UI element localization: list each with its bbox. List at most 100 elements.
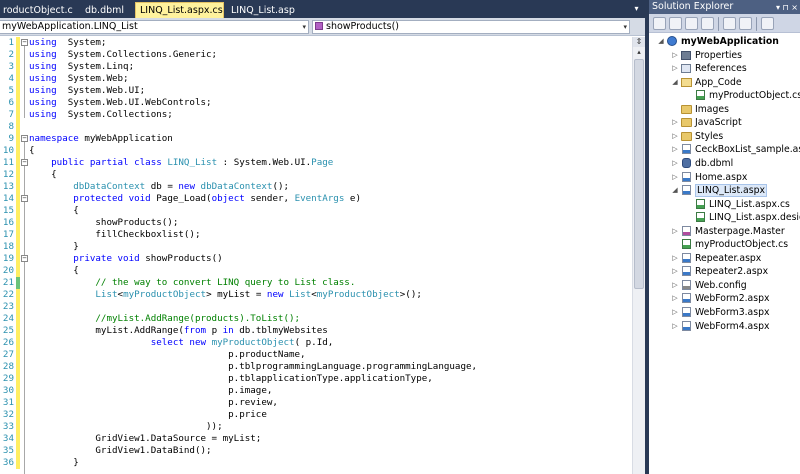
line-number: 12 — [2, 169, 14, 180]
code-line[interactable]: 21 // the way to convert LINQ query to L… — [0, 277, 632, 289]
code-line[interactable]: 3 using System.Linq; — [0, 61, 632, 73]
code-editor[interactable]: myWebApplication.LINQ_List ▾ showProduct… — [0, 18, 645, 474]
show-all-files-icon[interactable] — [669, 17, 682, 30]
panel-window-buttons-icon[interactable]: ▾ ⊓ × — [776, 1, 798, 15]
collapsed-arrow-icon[interactable]: ▷ — [671, 49, 679, 62]
tab-db-dbml[interactable]: db.dbml — [80, 2, 132, 18]
code-line[interactable]: 31 p.review, — [0, 397, 632, 409]
code-line[interactable]: 30 p.image, — [0, 385, 632, 397]
type-dropdown[interactable]: myWebApplication.LINQ_List ▾ — [0, 20, 309, 34]
collapsed-arrow-icon[interactable]: ▷ — [671, 157, 679, 170]
code-line[interactable]: 34 GridView1.DataSource = myList; — [0, 433, 632, 445]
code-line[interactable]: 32 p.price — [0, 409, 632, 421]
code-line[interactable]: 6 using System.Web.UI.WebControls; — [0, 97, 632, 109]
solution-explorer-title-text: Solution Explorer — [652, 1, 734, 12]
aspx-file-icon — [682, 307, 691, 317]
line-number: 20 — [2, 265, 14, 276]
project-icon — [667, 36, 677, 46]
tab-productobject-cs[interactable]: roductObject.cs — [0, 2, 74, 18]
refresh-icon[interactable] — [685, 17, 698, 30]
code-line[interactable]: 11− public partial class LINQ_List : Sys… — [0, 157, 632, 169]
collapsed-arrow-icon[interactable]: ▷ — [671, 306, 679, 319]
expanded-arrow-icon[interactable]: ◢ — [657, 35, 665, 48]
code-line[interactable]: 20 { — [0, 265, 632, 277]
tab-list-dropdown-icon[interactable]: ▾ — [632, 4, 641, 13]
collapsed-arrow-icon[interactable]: ▷ — [671, 62, 679, 75]
collapsed-arrow-icon[interactable]: ▷ — [671, 265, 679, 278]
code-line[interactable]: 17 fillCheckboxlist(); — [0, 229, 632, 241]
tab-linq-list-aspx-cs[interactable]: LINQ_List.aspx.cs — [135, 2, 224, 18]
tab-linq-list-aspx[interactable]: LINQ_List.aspx — [226, 2, 296, 18]
collapse-outline-icon[interactable]: − — [21, 255, 28, 262]
solution-explorer-toolbar — [649, 14, 800, 33]
code-token: { — [29, 145, 35, 156]
keyword-token: new — [266, 289, 284, 300]
code-line[interactable]: 36 } — [0, 457, 632, 469]
code-line[interactable]: 1− using System; — [0, 37, 632, 49]
vertical-scrollbar[interactable]: ⇕ ▴ — [632, 37, 645, 474]
code-text: { — [29, 145, 35, 157]
code-token: (); — [272, 181, 290, 192]
change-marker — [16, 133, 20, 145]
nest-related-files-icon[interactable] — [701, 17, 714, 30]
collapsed-arrow-icon[interactable]: ▷ — [671, 320, 679, 333]
collapsed-arrow-icon[interactable]: ▷ — [671, 225, 679, 238]
code-line[interactable]: 16 showProducts(); — [0, 217, 632, 229]
collapsed-arrow-icon[interactable]: ▷ — [671, 130, 679, 143]
code-line[interactable]: 35 GridView1.DataBind(); — [0, 445, 632, 457]
collapsed-arrow-icon[interactable]: ▷ — [671, 292, 679, 305]
code-line[interactable]: 19− private void showProducts() — [0, 253, 632, 265]
copy-web-site-icon[interactable] — [761, 17, 774, 30]
code-line[interactable]: 33 )); — [0, 421, 632, 433]
view-code-icon[interactable] — [723, 17, 736, 30]
expanded-arrow-icon[interactable]: ◢ — [671, 184, 679, 197]
code-line[interactable]: 13 dbDataContext db = new dbDataContext(… — [0, 181, 632, 193]
scrollbar-thumb[interactable] — [634, 59, 644, 289]
code-line[interactable]: 15 { — [0, 205, 632, 217]
code-line[interactable]: 9− namespace myWebApplication — [0, 133, 632, 145]
code-line[interactable]: 23 — [0, 301, 632, 313]
tree-node-label: Home.aspx — [695, 171, 748, 183]
code-line[interactable]: 12 { — [0, 169, 632, 181]
code-line[interactable]: 5 using System.Web.UI; — [0, 85, 632, 97]
collapsed-arrow-icon[interactable]: ▷ — [671, 252, 679, 265]
code-line[interactable]: 4 using System.Web; — [0, 73, 632, 85]
code-line[interactable]: 29 p.tblapplicationType.applicationType, — [0, 373, 632, 385]
code-line[interactable]: 22 List<myProductObject> myList = new Li… — [0, 289, 632, 301]
tree-node-label: Repeater2.aspx — [695, 266, 769, 278]
change-marker — [16, 289, 20, 301]
collapse-outline-icon[interactable]: − — [21, 39, 28, 46]
collapse-outline-icon[interactable]: − — [21, 135, 28, 142]
properties-icon[interactable] — [653, 17, 666, 30]
member-dropdown[interactable]: showProducts() ▾ — [312, 20, 630, 34]
keyword-token: protected void — [73, 193, 151, 204]
code-line[interactable]: 2 using System.Collections.Generic; — [0, 49, 632, 61]
code-line[interactable]: 18 } — [0, 241, 632, 253]
scroll-up-icon[interactable]: ▴ — [633, 47, 645, 57]
aspx-file-icon — [682, 252, 691, 263]
collapsed-arrow-icon[interactable]: ▷ — [671, 171, 679, 184]
collapse-outline-icon[interactable]: − — [21, 159, 28, 166]
code-line[interactable]: 28 p.tblprogrammingLanguage.programmingL… — [0, 361, 632, 373]
collapsed-arrow-icon[interactable]: ▷ — [671, 143, 679, 156]
code-line[interactable]: 8 — [0, 121, 632, 133]
code-line[interactable]: 24 //myList.AddRange(products).ToList(); — [0, 313, 632, 325]
code-line[interactable]: 26 select new myProductObject( p.Id, — [0, 337, 632, 349]
split-handle-icon[interactable]: ⇕ — [633, 37, 645, 47]
collapsed-arrow-icon[interactable]: ▷ — [671, 116, 679, 129]
collapsed-arrow-icon[interactable]: ▷ — [671, 279, 679, 292]
code-token: db = — [145, 181, 179, 192]
code-line[interactable]: 14− protected void Page_Load(object send… — [0, 193, 632, 205]
line-number: 23 — [2, 301, 14, 312]
code-token: p.price — [29, 409, 267, 420]
code-token: )); — [29, 421, 223, 432]
member-dropdown-value: showProducts() — [326, 21, 399, 32]
code-line[interactable]: 27 p.productName, — [0, 349, 632, 361]
code-line[interactable]: 7 using System.Collections; — [0, 109, 632, 121]
view-designer-icon[interactable] — [739, 17, 752, 30]
collapse-outline-icon[interactable]: − — [21, 195, 28, 202]
expanded-arrow-icon[interactable]: ◢ — [671, 76, 679, 89]
code-line[interactable]: 25 myList.AddRange(from p in db.tblmyWeb… — [0, 325, 632, 337]
code-line[interactable]: 10 { — [0, 145, 632, 157]
code-text-area[interactable]: 1− using System; 2 using System.Collections… — [0, 37, 632, 474]
